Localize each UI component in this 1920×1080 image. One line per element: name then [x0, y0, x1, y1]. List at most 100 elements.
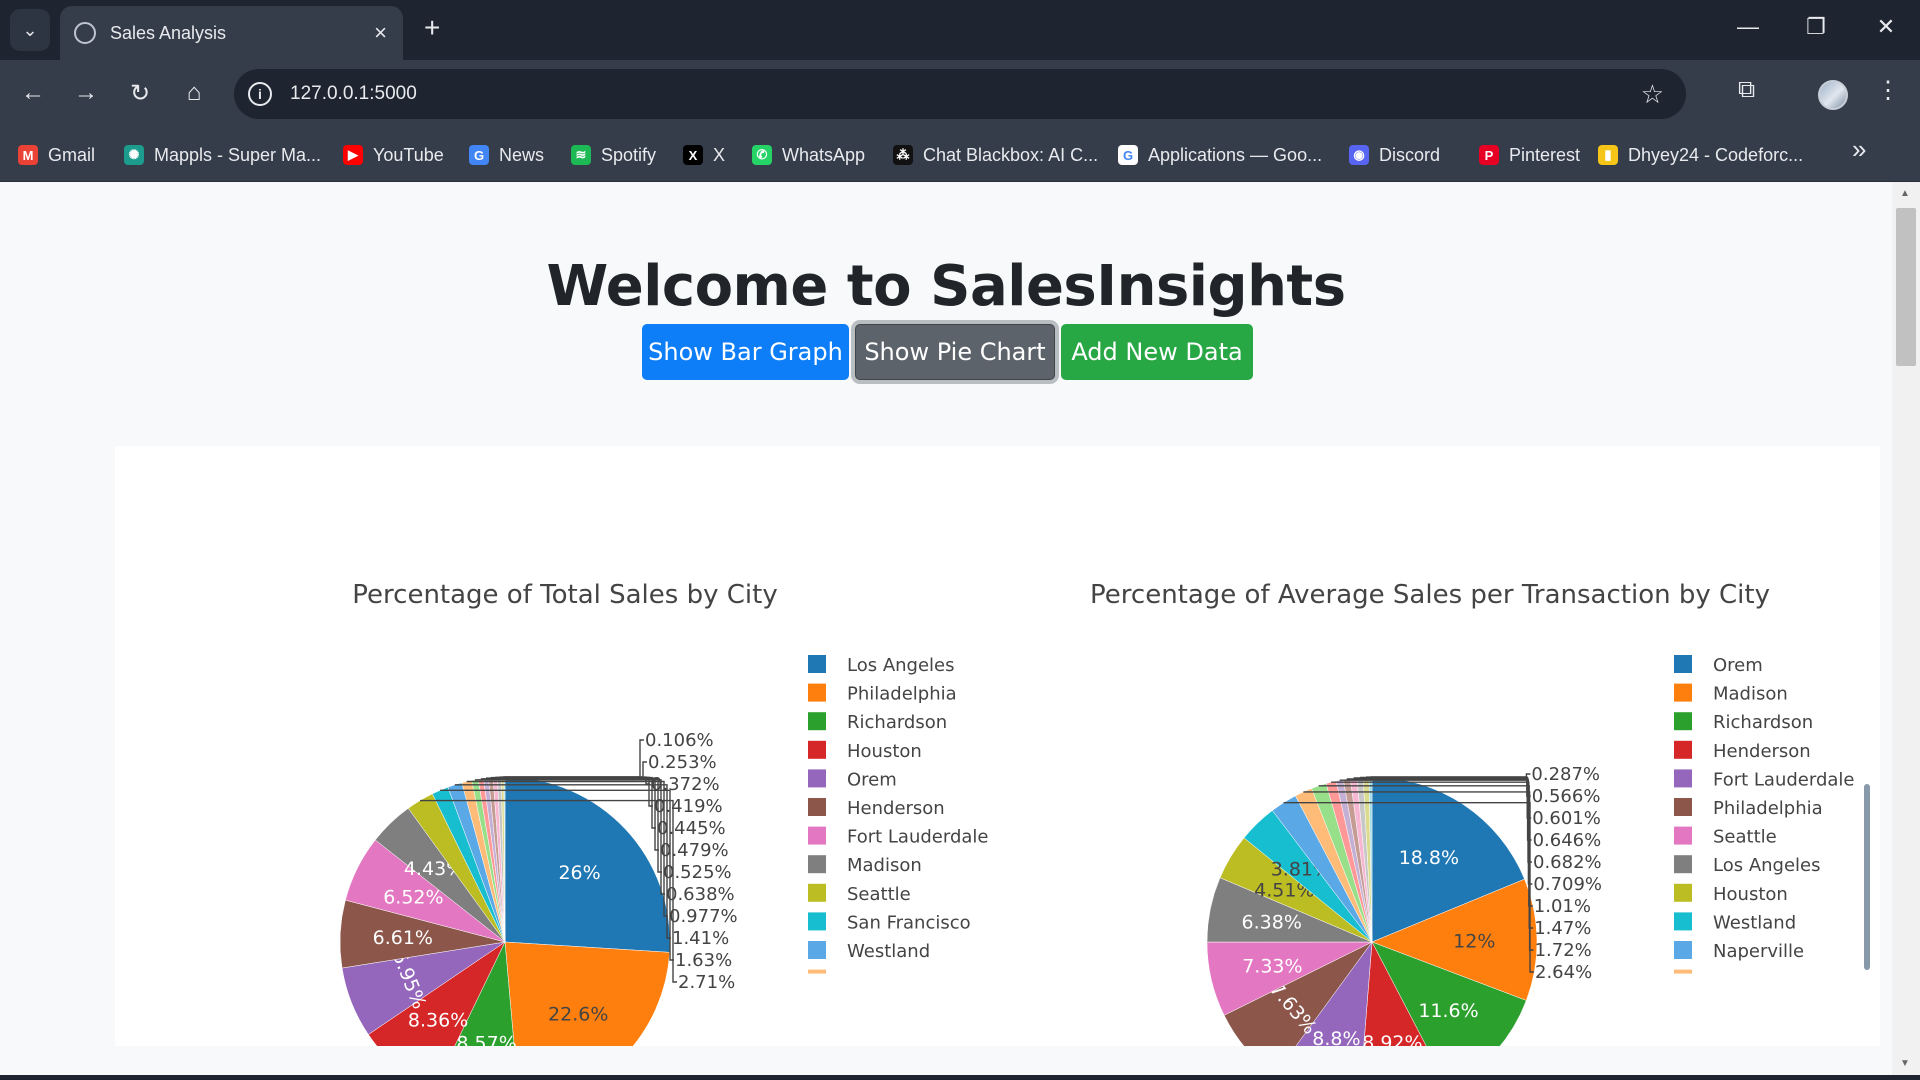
bookmark-youtube[interactable]: ▶ YouTube [343, 140, 444, 170]
close-icon[interactable]: × [374, 20, 387, 46]
bookmark-google[interactable]: G Applications — Goo... [1118, 140, 1322, 170]
legend-swatch[interactable] [808, 855, 826, 874]
bookmark-discord[interactable]: ◉ Discord [1349, 140, 1440, 170]
forward-arrow-icon[interactable]: → [68, 79, 104, 107]
legend-item[interactable]: Naperville [1713, 941, 1804, 962]
legend-item[interactable]: Fort Lauderdale [847, 827, 989, 848]
legend-item[interactable]: Los Angeles [847, 655, 955, 676]
legend-item[interactable]: Seattle [847, 884, 911, 905]
bookmark-blackbox[interactable]: ⁂ Chat Blackbox: AI C... [893, 140, 1098, 170]
legend-item[interactable]: Westland [1713, 912, 1796, 933]
address-bar[interactable]: i 127.0.0.1:5000 ☆ [234, 69, 1686, 119]
legend-item[interactable]: Westland [847, 941, 930, 962]
google-icon: G [1118, 145, 1138, 165]
legend-item[interactable]: Orem [1713, 655, 1763, 676]
extensions-icon[interactable]: ⧉ [1738, 76, 1755, 104]
legend-swatch[interactable] [1674, 798, 1692, 816]
legend-item[interactable]: Philadelphia [847, 684, 957, 705]
window-bottom-edge [0, 1075, 1920, 1080]
legend-scrollbar[interactable] [1864, 784, 1870, 970]
legend-swatch[interactable] [1674, 683, 1692, 702]
scroll-up-icon[interactable]: ▲ [1900, 188, 1910, 199]
chevron-double-right-icon[interactable]: » [1852, 134, 1866, 165]
legend-swatch[interactable] [1674, 883, 1692, 902]
legend-swatch[interactable] [1674, 655, 1692, 673]
reload-icon[interactable]: ↻ [122, 79, 158, 108]
slice-outside-label: 0.525% [663, 862, 732, 883]
show-pie-chart-button[interactable]: Show Pie Chart [855, 324, 1055, 380]
chart-legend: Los Angeles Philadelphia Richardson Houston… [808, 655, 989, 974]
legend-item[interactable]: Houston [1713, 884, 1788, 905]
site-info-icon[interactable]: i [248, 82, 272, 106]
bookmark-spotify[interactable]: ≋ Spotify [571, 140, 656, 170]
legend-swatch[interactable] [808, 655, 826, 673]
bookmark-news[interactable]: G News [469, 140, 544, 170]
legend-swatch[interactable] [808, 941, 826, 959]
legend-swatch[interactable] [808, 740, 826, 759]
window-close-icon[interactable]: ✕ [1866, 14, 1906, 40]
slice-label: 6.38% [1242, 912, 1302, 934]
leader-line [504, 739, 644, 778]
bookmark-label: Mappls - Super Ma... [154, 144, 322, 165]
legend-swatch[interactable] [1674, 912, 1692, 931]
legend-swatch[interactable] [808, 883, 826, 902]
legend-swatch[interactable] [808, 798, 826, 816]
bookmark-x[interactable]: XX [683, 140, 725, 170]
legend-swatch[interactable] [808, 712, 826, 731]
minimize-icon[interactable]: — [1728, 14, 1768, 40]
legend-swatch[interactable] [1674, 740, 1692, 759]
url-text[interactable]: 127.0.0.1:5000 [290, 83, 417, 105]
legend-item[interactable]: Seattle [1713, 827, 1777, 848]
legend-swatch[interactable] [1674, 941, 1692, 959]
scroll-down-icon[interactable]: ▼ [1900, 1058, 1910, 1069]
bookmark-label: X [713, 144, 726, 165]
legend-swatch[interactable] [1674, 826, 1692, 845]
restore-icon[interactable]: ❐ [1796, 14, 1836, 40]
legend-swatch[interactable] [1674, 855, 1692, 874]
legend-item[interactable]: San Francisco [847, 912, 971, 933]
menu-dots-icon[interactable]: ⋮ [1876, 76, 1900, 105]
tab-sales-analysis[interactable]: Sales Analysis × [60, 6, 403, 60]
legend-item[interactable]: Orem [847, 769, 897, 790]
legend-item[interactable]: Richardson [847, 712, 947, 733]
gmail-icon: M [18, 145, 38, 165]
page-scrollbar[interactable]: ▲ ▼ [1892, 182, 1920, 1075]
pie-slice[interactable] [504, 941, 670, 1046]
chevron-down-icon: ⌄ [22, 19, 38, 40]
back-arrow-icon[interactable]: ← [15, 79, 51, 107]
bookmark-codeforces[interactable]: ▮ Dhyey24 - Codeforc... [1598, 140, 1803, 170]
bookmark-star-icon[interactable]: ☆ [1641, 79, 1664, 110]
bookmark-gmail[interactable]: M Gmail [18, 140, 95, 170]
legend-swatch[interactable] [808, 769, 826, 788]
scrollbar-thumb[interactable] [1896, 208, 1916, 366]
mappls-icon: ✺ [124, 145, 144, 165]
legend-item[interactable]: Philadelphia [1713, 798, 1823, 819]
chart-title: Percentage of Average Sales per Transact… [1090, 580, 1770, 610]
legend-swatch[interactable] [1674, 712, 1692, 731]
legend-item[interactable]: Madison [847, 855, 922, 876]
legend-swatch[interactable] [808, 826, 826, 845]
legend-item[interactable]: Houston [847, 741, 922, 762]
new-tab-button[interactable]: + [424, 12, 440, 44]
legend-swatch[interactable] [808, 912, 826, 931]
legend-item[interactable]: Madison [1713, 684, 1788, 705]
page-content: Welcome to SalesInsights Show Bar Graph … [0, 182, 1892, 1075]
slice-outside-label: 0.566% [1532, 786, 1601, 807]
legend-item[interactable]: Los Angeles [1713, 855, 1821, 876]
tab-search-button[interactable]: ⌄ [10, 9, 50, 51]
legend-swatch[interactable] [1674, 769, 1692, 788]
legend-item[interactable]: Henderson [1713, 741, 1811, 762]
bookmark-whatsapp[interactable]: ✆ WhatsApp [752, 140, 865, 170]
legend-item[interactable]: Henderson [847, 798, 945, 819]
profile-avatar[interactable] [1818, 80, 1848, 110]
legend-item[interactable]: Richardson [1713, 712, 1813, 733]
show-bar-graph-button[interactable]: Show Bar Graph [642, 324, 849, 380]
tab-title: Sales Analysis [110, 22, 227, 43]
home-icon[interactable]: ⌂ [176, 79, 212, 107]
bookmark-pinterest[interactable]: P Pinterest [1479, 140, 1580, 170]
bookmark-mappls[interactable]: ✺ Mappls - Super Ma... [124, 140, 321, 170]
add-new-data-button[interactable]: Add New Data [1061, 324, 1253, 380]
legend-swatch[interactable] [808, 683, 826, 702]
slice-label: 8.92% [1362, 1032, 1422, 1046]
legend-item[interactable]: Fort Lauderdale [1713, 769, 1855, 790]
